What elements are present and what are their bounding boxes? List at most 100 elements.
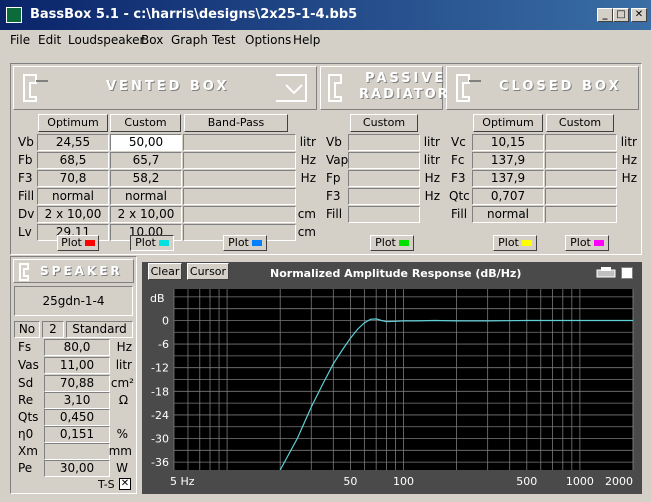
vented-label-fill: Fill — [18, 189, 35, 203]
y-tick-label: -6 — [158, 338, 169, 351]
vented-custom-plot-button[interactable]: Plot — [130, 235, 174, 251]
ts-checkbox[interactable]: ✕ — [119, 478, 131, 490]
closed-opt-vc: 10,15 — [472, 134, 544, 151]
menu-test[interactable]: Test — [212, 33, 236, 47]
closed-cust-fc — [545, 152, 617, 169]
vented-custom-button[interactable]: Custom — [110, 114, 181, 132]
passive-cell-fp — [348, 170, 420, 187]
speaker-no-value[interactable]: 2 — [42, 321, 64, 338]
vented-optimum-plot-button[interactable]: Plot — [57, 235, 99, 251]
speaker-value-vas[interactable]: 11,00 — [44, 357, 110, 374]
speaker-label-sd: Sd — [18, 376, 34, 390]
menu-box[interactable]: Box — [141, 33, 163, 47]
vented-unit-fb: Hz — [300, 153, 316, 167]
vented-opt-vb: 24,55 — [37, 134, 109, 151]
vented-opt-f3: 70,8 — [37, 170, 109, 187]
vented-box-header: VENTED BOX — [13, 66, 317, 110]
passive-label-fp: Fp — [326, 171, 341, 185]
closed-custom-plot-button[interactable]: Plot — [565, 235, 609, 251]
app-icon[interactable] — [6, 7, 22, 23]
x-tick-label: 50 — [343, 475, 357, 488]
y-tick-label: -24 — [151, 409, 169, 422]
passive-label-vb: Vb — [326, 135, 342, 149]
closed-opt-qtc: 0,707 — [472, 188, 544, 205]
y-tick-label: -12 — [151, 362, 169, 375]
speaker-value-xm[interactable] — [44, 443, 110, 460]
closed-optimum-plot-button[interactable]: Plot — [493, 235, 537, 251]
menu-help[interactable]: Help — [293, 33, 320, 47]
closed-label-fill: Fill — [451, 207, 468, 221]
speaker-name[interactable]: 25gdn-1-4 — [14, 286, 133, 316]
x-tick-label: 1000 — [566, 475, 594, 488]
passive-cell-fill[interactable] — [348, 206, 420, 223]
menu-options[interactable]: Options — [245, 33, 291, 47]
vented-cust-vb[interactable]: 50,00 — [110, 134, 182, 151]
passive-unit-fp: Hz — [424, 171, 440, 185]
closed-label-vc: Vc — [451, 135, 466, 149]
speaker-unit-pe: W — [116, 461, 128, 475]
closed-opt-f3: 137,9 — [472, 170, 544, 187]
menu-edit[interactable]: Edit — [38, 33, 61, 47]
closed-cust-qtc[interactable] — [545, 188, 617, 205]
vented-bp-fill — [183, 188, 296, 205]
closed-cust-vc[interactable] — [545, 134, 617, 151]
passive-cell-vb[interactable] — [348, 134, 420, 151]
menu-loudspeaker[interactable]: Loudspeaker — [68, 33, 144, 47]
y-tick-label: -18 — [151, 385, 169, 398]
speaker-no-label: No — [14, 321, 40, 338]
speaker-label-qts: Qts — [18, 410, 39, 424]
speaker-value-re[interactable]: 3,10 — [44, 392, 110, 409]
speaker-unit-xm: mm — [108, 444, 132, 458]
closed-label-fc: Fc — [451, 153, 465, 167]
passive-cell-vap[interactable] — [348, 152, 420, 169]
vented-cust-f3: 58,2 — [110, 170, 182, 187]
magenta-swatch — [593, 240, 604, 246]
speaker-value-fs[interactable]: 80,0 — [44, 339, 110, 356]
closed-cust-fill[interactable] — [545, 206, 617, 223]
passive-radiator-title-2: RADIATOR — [359, 87, 450, 102]
vented-port-icon — [276, 74, 307, 102]
green-swatch — [398, 240, 409, 246]
speaker-value-eta[interactable]: 0,151 — [44, 426, 110, 443]
speaker-label-xm: Xm — [18, 444, 38, 458]
passive-radiator-icon — [328, 74, 342, 102]
passive-label-vap: Vap — [326, 153, 349, 167]
vented-cust-fb[interactable]: 65,7 — [110, 152, 182, 169]
speaker-label-fs: Fs — [18, 340, 32, 354]
speaker-unit-vas: litr — [115, 358, 132, 372]
vented-cust-dv[interactable]: 2 x 10,00 — [110, 206, 182, 223]
speaker-label-re: Re — [18, 393, 34, 407]
passive-unit-vap: litr — [423, 153, 440, 167]
plot-label: Plot — [135, 236, 156, 249]
closed-box-header: CLOSED BOX — [446, 66, 639, 110]
red-swatch — [84, 240, 95, 246]
speaker-value-qts[interactable]: 0,450 — [44, 409, 110, 426]
closed-cust-f3 — [545, 170, 617, 187]
bandpass-button[interactable]: Band-Pass — [184, 114, 288, 132]
speaker-mode[interactable]: Standard — [66, 321, 133, 338]
vented-opt-dv: 2 x 10,00 — [37, 206, 109, 223]
passive-custom-button[interactable]: Custom — [350, 114, 418, 132]
vented-unit-dv: cm — [297, 207, 316, 221]
maximize-button[interactable]: □ — [613, 8, 629, 22]
speaker-unit-fs: Hz — [116, 340, 132, 354]
close-button[interactable]: ✕ — [631, 8, 647, 22]
vented-optimum-button[interactable]: Optimum — [38, 114, 108, 132]
amplitude-response-chart[interactable]: 0 -6 -12 -18 -24 -30 -365 Hz 50 100 500 1000 2000 — [142, 262, 642, 494]
menu-graph[interactable]: Graph — [171, 33, 208, 47]
vented-bp-vb — [183, 134, 296, 151]
closed-opt-fill: normal — [472, 206, 544, 223]
speaker-value-pe[interactable]: 30,00 — [44, 460, 110, 477]
closed-unit-fc: Hz — [621, 153, 637, 167]
speaker-value-sd[interactable]: 70,88 — [44, 375, 110, 392]
minimize-button[interactable]: _ — [597, 8, 613, 22]
passive-plot-button[interactable]: Plot — [370, 235, 414, 251]
vented-cust-fill[interactable]: normal — [110, 188, 182, 205]
passive-cell-f3 — [348, 188, 420, 205]
closed-custom-button[interactable]: Custom — [546, 114, 614, 132]
bandpass-plot-button[interactable]: Plot — [223, 235, 267, 251]
menu-file[interactable]: File — [10, 33, 30, 47]
vented-opt-fb: 68,5 — [37, 152, 109, 169]
closed-optimum-button[interactable]: Optimum — [473, 114, 543, 132]
blue-swatch — [251, 240, 262, 246]
